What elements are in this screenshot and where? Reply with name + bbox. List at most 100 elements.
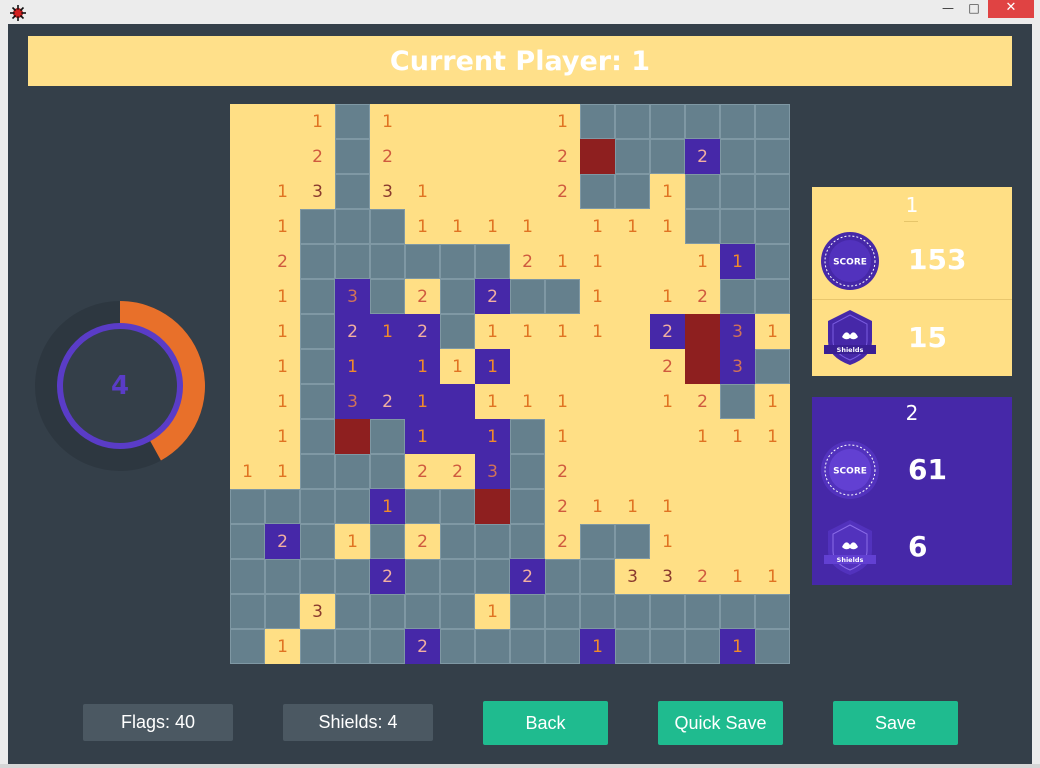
mine-cell[interactable] — [580, 139, 615, 174]
player-1-revealed-cell[interactable]: 2 — [440, 454, 475, 489]
hidden-cell[interactable] — [440, 524, 475, 559]
hidden-cell[interactable] — [335, 489, 370, 524]
hidden-cell[interactable] — [230, 524, 265, 559]
hidden-cell[interactable] — [335, 629, 370, 664]
player-1-revealed-cell[interactable]: 1 — [755, 384, 790, 419]
hidden-cell[interactable] — [230, 594, 265, 629]
hidden-cell[interactable] — [405, 489, 440, 524]
player-1-revealed-cell[interactable]: 1 — [545, 419, 580, 454]
mine-cell[interactable] — [685, 314, 720, 349]
player-1-revealed-cell[interactable] — [405, 104, 440, 139]
player-1-revealed-cell[interactable] — [230, 104, 265, 139]
hidden-cell[interactable] — [475, 559, 510, 594]
player-1-revealed-cell[interactable] — [545, 349, 580, 384]
player-1-revealed-cell[interactable]: 2 — [545, 174, 580, 209]
hidden-cell[interactable] — [755, 629, 790, 664]
hidden-cell[interactable] — [370, 209, 405, 244]
hidden-cell[interactable] — [300, 419, 335, 454]
player-1-revealed-cell[interactable]: 1 — [300, 104, 335, 139]
hidden-cell[interactable] — [335, 209, 370, 244]
hidden-cell[interactable] — [545, 629, 580, 664]
player-1-revealed-cell[interactable]: 1 — [475, 209, 510, 244]
player-1-revealed-cell[interactable] — [720, 524, 755, 559]
player-1-revealed-cell[interactable]: 1 — [720, 559, 755, 594]
player-1-revealed-cell[interactable]: 1 — [720, 419, 755, 454]
hidden-cell[interactable] — [510, 524, 545, 559]
hidden-cell[interactable] — [475, 244, 510, 279]
player-1-revealed-cell[interactable]: 1 — [370, 104, 405, 139]
hidden-cell[interactable] — [300, 454, 335, 489]
player-1-revealed-cell[interactable]: 2 — [265, 244, 300, 279]
hidden-cell[interactable] — [510, 419, 545, 454]
player-1-revealed-cell[interactable] — [685, 489, 720, 524]
hidden-cell[interactable] — [615, 629, 650, 664]
hidden-cell[interactable] — [720, 104, 755, 139]
player-1-revealed-cell[interactable]: 1 — [265, 349, 300, 384]
player-1-revealed-cell[interactable]: 2 — [545, 489, 580, 524]
player-1-revealed-cell[interactable] — [475, 139, 510, 174]
player-2-revealed-cell[interactable]: 3 — [720, 349, 755, 384]
hidden-cell[interactable] — [335, 104, 370, 139]
player-1-revealed-cell[interactable]: 2 — [510, 244, 545, 279]
player-1-revealed-cell[interactable] — [510, 349, 545, 384]
hidden-cell[interactable] — [335, 594, 370, 629]
player-1-revealed-cell[interactable]: 2 — [685, 384, 720, 419]
player-1-revealed-cell[interactable]: 2 — [405, 454, 440, 489]
hidden-cell[interactable] — [370, 279, 405, 314]
hidden-cell[interactable] — [720, 209, 755, 244]
player-1-revealed-cell[interactable]: 1 — [265, 279, 300, 314]
player-1-revealed-cell[interactable] — [615, 419, 650, 454]
player-1-revealed-cell[interactable] — [580, 384, 615, 419]
player-1-revealed-cell[interactable]: 2 — [405, 524, 440, 559]
hidden-cell[interactable] — [510, 629, 545, 664]
player-2-revealed-cell[interactable]: 1 — [405, 384, 440, 419]
hidden-cell[interactable] — [510, 279, 545, 314]
hidden-cell[interactable] — [685, 594, 720, 629]
player-1-revealed-cell[interactable] — [265, 104, 300, 139]
player-1-revealed-cell[interactable]: 2 — [405, 279, 440, 314]
player-2-revealed-cell[interactable]: 2 — [405, 629, 440, 664]
minefield-board[interactable]: 1 1 1 2 2 2 2 1 3 3 1 2 1 1 1 1 1 1 1 1 1 2 2 1 1 1 1 1 3 2 2 1 1 2 1 2 1 2 1 1… — [230, 104, 792, 666]
player-1-revealed-cell[interactable] — [230, 244, 265, 279]
hidden-cell[interactable] — [300, 559, 335, 594]
player-1-revealed-cell[interactable]: 1 — [650, 524, 685, 559]
hidden-cell[interactable] — [755, 139, 790, 174]
player-1-revealed-cell[interactable] — [230, 139, 265, 174]
player-2-revealed-cell[interactable]: 1 — [580, 629, 615, 664]
hidden-cell[interactable] — [615, 139, 650, 174]
player-2-revealed-cell[interactable]: 1 — [405, 349, 440, 384]
player-2-revealed-cell[interactable]: 1 — [475, 349, 510, 384]
player-1-revealed-cell[interactable]: 1 — [685, 244, 720, 279]
player-2-revealed-cell[interactable]: 3 — [720, 314, 755, 349]
hidden-cell[interactable] — [370, 419, 405, 454]
player-1-revealed-cell[interactable]: 1 — [580, 209, 615, 244]
hidden-cell[interactable] — [440, 559, 475, 594]
player-2-revealed-cell[interactable]: 2 — [370, 559, 405, 594]
player-1-revealed-cell[interactable]: 1 — [265, 174, 300, 209]
hidden-cell[interactable] — [615, 104, 650, 139]
hidden-cell[interactable] — [300, 349, 335, 384]
hidden-cell[interactable] — [755, 279, 790, 314]
player-1-revealed-cell[interactable]: 1 — [265, 419, 300, 454]
hidden-cell[interactable] — [440, 244, 475, 279]
player-1-revealed-cell[interactable] — [580, 349, 615, 384]
player-1-revealed-cell[interactable]: 1 — [265, 384, 300, 419]
hidden-cell[interactable] — [440, 279, 475, 314]
hidden-cell[interactable] — [265, 559, 300, 594]
hidden-cell[interactable] — [755, 349, 790, 384]
hidden-cell[interactable] — [580, 104, 615, 139]
hidden-cell[interactable] — [440, 629, 475, 664]
player-2-revealed-cell[interactable]: 1 — [370, 314, 405, 349]
hidden-cell[interactable] — [545, 594, 580, 629]
player-1-revealed-cell[interactable]: 1 — [475, 314, 510, 349]
hidden-cell[interactable] — [370, 244, 405, 279]
player-1-revealed-cell[interactable] — [615, 314, 650, 349]
hidden-cell[interactable] — [405, 559, 440, 594]
hidden-cell[interactable] — [300, 244, 335, 279]
player-1-revealed-cell[interactable]: 1 — [510, 314, 545, 349]
player-2-revealed-cell[interactable] — [440, 384, 475, 419]
player-1-revealed-cell[interactable]: 1 — [405, 174, 440, 209]
player-1-revealed-cell[interactable] — [650, 244, 685, 279]
player-1-revealed-cell[interactable]: 1 — [755, 559, 790, 594]
hidden-cell[interactable] — [650, 139, 685, 174]
